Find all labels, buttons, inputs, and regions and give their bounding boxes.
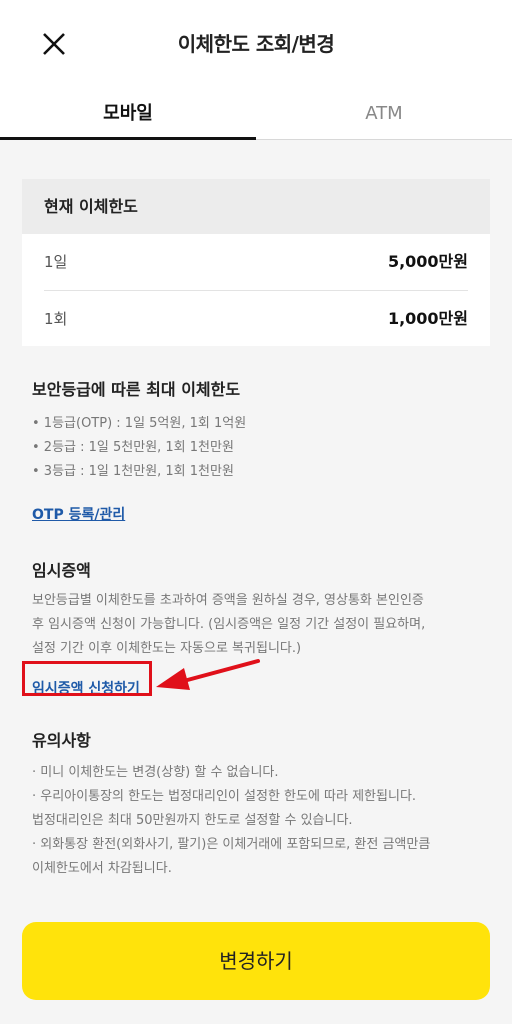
change-limit-button[interactable]: 변경하기 [22, 922, 490, 1000]
list-item: • 1등급(OTP) : 1일 5억원, 1회 1억원 [32, 416, 247, 431]
description-line: 보안등급별 이체한도를 초과하여 증액을 원하실 경우, 영상통화 본인인증 [32, 593, 424, 608]
notice-title: 유의사항 [32, 731, 91, 750]
limit-row-value: 1,000만원 [387, 309, 468, 328]
limit-row-value: 5,000만원 [387, 252, 468, 271]
temporary-increase-description: 보안등급별 이체한도를 초과하여 증액을 원하실 경우, 영상통화 본인인증 후… [32, 589, 482, 661]
notice-list: · 미니 이체한도는 변경(상향) 할 수 없습니다. · 우리아이통장의 한도… [32, 761, 482, 881]
current-limit-heading: 현재 이체한도 [22, 179, 490, 234]
limit-row-per-transaction: 1회 1,000만원 [44, 290, 468, 346]
limit-row-daily: 1일 5,000만원 [44, 234, 468, 290]
temporary-increase-title: 임시증액 [32, 561, 91, 580]
notice-line: · 미니 이체한도는 변경(상향) 할 수 없습니다. [32, 765, 279, 780]
highlight-box [22, 661, 152, 696]
current-limit-card: 현재 이체한도 1일 5,000만원 1회 1,000만원 [22, 179, 490, 346]
description-line: 후 임시증액 신청이 가능합니다. (임시증액은 일정 기간 설정이 필요하며, [32, 617, 426, 632]
notice-line: 이체한도에서 차감됩니다. [32, 861, 172, 876]
tab-mobile[interactable]: 모바일 [0, 88, 256, 140]
page-title: 이체한도 조회/변경 [177, 32, 335, 56]
limit-row-label: 1회 [44, 310, 68, 328]
notice-section: 유의사항 · 미니 이체한도는 변경(상향) 할 수 없습니다. · 우리아이통… [32, 727, 482, 881]
arrow-left-icon [156, 659, 260, 690]
security-list: • 1등급(OTP) : 1일 5억원, 1회 1억원 • 2등급 : 1일 5… [32, 412, 482, 484]
list-item: • 3등급 : 1일 1천만원, 1회 1천만원 [32, 464, 234, 479]
limit-row-label: 1일 [44, 253, 68, 271]
app-header: 이체한도 조회/변경 [0, 0, 512, 88]
list-item: • 2등급 : 1일 5천만원, 1회 1천만원 [32, 440, 234, 455]
security-section: 보안등급에 따른 최대 이체한도 • 1등급(OTP) : 1일 5억원, 1회… [32, 376, 482, 524]
tab-atm[interactable]: ATM [256, 88, 512, 140]
security-title: 보안등급에 따른 최대 이체한도 [32, 380, 241, 399]
notice-line: · 외화통장 환전(외화사기, 팔기)은 이체거래에 포함되므로, 환전 금액만… [32, 837, 431, 852]
notice-line: · 우리아이통장의 한도는 법정대리인이 설정한 한도에 따라 제한됩니다. [32, 789, 417, 804]
otp-manage-link[interactable]: OTP 등록/관리 [32, 507, 125, 523]
tab-bar: 모바일 ATM [0, 88, 512, 140]
notice-line: 법정대리인은 최대 50만원까지 한도로 설정할 수 있습니다. [32, 813, 353, 828]
